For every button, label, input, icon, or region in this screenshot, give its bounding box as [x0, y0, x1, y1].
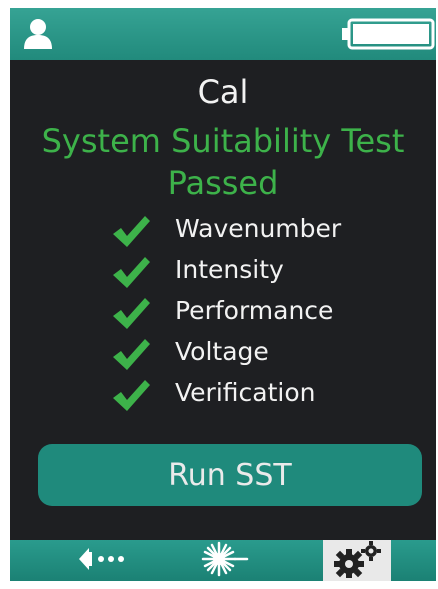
- nav-settings-button[interactable]: [323, 540, 391, 581]
- checkmark-icon: [110, 378, 152, 412]
- user-icon[interactable]: [22, 17, 54, 51]
- check-item-performance: Performance: [110, 292, 430, 333]
- bottom-nav-bar: [10, 540, 436, 581]
- back-icon: [77, 544, 133, 578]
- check-item-wavenumber: Wavenumber: [110, 210, 430, 251]
- top-bar: [10, 8, 436, 60]
- page-title: Cal: [197, 73, 249, 111]
- check-label: Verification: [175, 378, 316, 407]
- check-label: Wavenumber: [175, 214, 342, 243]
- settings-gears-icon: [331, 540, 383, 582]
- status-line-1: System Suitability Test: [41, 122, 405, 160]
- nav-laser-button[interactable]: [168, 540, 278, 581]
- run-sst-button[interactable]: Run SST: [38, 444, 422, 506]
- check-label: Intensity: [175, 255, 284, 284]
- check-label: Voltage: [175, 337, 269, 366]
- device-screen: Cal System Suitability Test Passed Waven…: [10, 8, 436, 581]
- battery-icon: [342, 18, 436, 50]
- check-list: Wavenumber Intensity Performance Voltage…: [110, 210, 430, 415]
- checkmark-icon: [110, 296, 152, 330]
- checkmark-icon: [110, 337, 152, 371]
- status-line-2: Passed: [167, 164, 279, 202]
- check-item-voltage: Voltage: [110, 333, 430, 374]
- check-label: Performance: [175, 296, 334, 325]
- check-item-verification: Verification: [110, 374, 430, 415]
- laser-icon: [197, 541, 249, 581]
- nav-back-button[interactable]: [50, 540, 160, 581]
- sst-status: System Suitability Test Passed: [10, 120, 436, 204]
- checkmark-icon: [110, 214, 152, 248]
- checkmark-icon: [110, 255, 152, 289]
- check-item-intensity: Intensity: [110, 251, 430, 292]
